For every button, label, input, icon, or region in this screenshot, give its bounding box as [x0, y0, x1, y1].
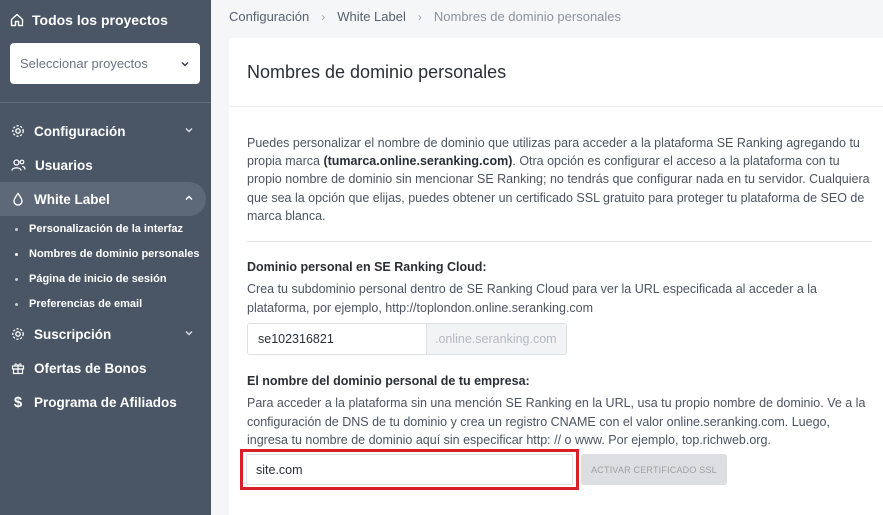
section-divider: [247, 241, 872, 242]
cloud-section-title: Dominio personal en SE Ranking Cloud:: [247, 260, 487, 274]
project-select[interactable]: Seleccionar proyectos: [10, 43, 200, 84]
sidebar-item-label: Usuarios: [35, 157, 93, 173]
sidebar-subitem-label: Personalización de la interfaz: [29, 223, 184, 235]
sidebar-item-white-label[interactable]: White Label: [0, 182, 206, 216]
users-icon: [11, 158, 26, 172]
cloud-subdomain-field[interactable]: se102316821 .online.seranking.com: [247, 323, 567, 355]
cloud-subdomain-input[interactable]: se102316821: [248, 324, 426, 354]
bullet-icon: [15, 252, 18, 256]
bullet-icon: [15, 302, 18, 306]
sidebar: Todos los proyectos Seleccionar proyecto…: [0, 0, 211, 515]
bullet-icon: [15, 277, 18, 281]
all-projects-label: Todos los proyectos: [32, 12, 168, 28]
sidebar-item-configuracion[interactable]: Configuración: [0, 114, 211, 148]
chevron-down-icon: [180, 59, 190, 69]
sidebar-subitem-label: Preferencias de email: [29, 298, 143, 310]
gear-icon: [11, 327, 25, 341]
sidebar-item-suscripcion[interactable]: Suscripción: [0, 317, 211, 351]
project-select-placeholder: Seleccionar proyectos: [20, 56, 148, 71]
company-domain-input[interactable]: site.com: [246, 454, 573, 485]
breadcrumb-current: Nombres de dominio personales: [433, 9, 622, 24]
home-icon: [10, 13, 24, 27]
sidebar-item-label: Ofertas de Bonos: [34, 360, 147, 376]
chevron-down-icon: [177, 328, 201, 341]
chevron-right-icon: ›: [321, 9, 326, 24]
sidebar-subitem-label: Página de inicio de sesión: [29, 273, 167, 285]
gift-icon: [11, 361, 25, 375]
drop-icon: [11, 192, 25, 206]
all-projects-link[interactable]: Todos los proyectos: [10, 12, 168, 28]
dollar-icon: $: [13, 393, 23, 411]
card-header: Nombres de dominio personales: [229, 38, 883, 107]
breadcrumb-link-configuracion[interactable]: Configuración: [229, 9, 309, 24]
sidebar-item-label: Programa de Afiliados: [34, 394, 177, 410]
activate-ssl-button[interactable]: ACTIVAR CERTIFICADO SSL: [581, 454, 727, 485]
chevron-right-icon: ›: [417, 9, 422, 24]
page-title: Nombres de dominio personales: [247, 61, 507, 82]
sidebar-divider: [0, 102, 211, 103]
sidebar-subitem-label: Nombres de dominio personales: [29, 248, 200, 260]
sidebar-subitem-personalizacion[interactable]: Personalización de la interfaz: [0, 218, 211, 240]
sidebar-item-usuarios[interactable]: Usuarios: [0, 148, 211, 182]
domain-settings-card: Nombres de dominio personales Puedes per…: [229, 38, 883, 515]
sidebar-item-programa-afiliados[interactable]: $ Programa de Afiliados: [0, 385, 211, 419]
breadcrumb-link-white-label[interactable]: White Label: [337, 9, 406, 24]
chevron-down-icon: [177, 125, 201, 138]
chevron-up-icon: [177, 193, 201, 206]
sidebar-subitem-preferencias-email[interactable]: Preferencias de email: [0, 293, 211, 315]
sidebar-item-label: White Label: [34, 191, 110, 207]
intro-text-bold: (tumarca.online.seranking.com): [323, 154, 513, 169]
sidebar-subitem-pagina-inicio[interactable]: Página de inicio de sesión: [0, 268, 211, 290]
intro-text: Puedes personalizar el nombre de dominio…: [247, 134, 877, 225]
cloud-domain-suffix: .online.seranking.com: [426, 324, 566, 354]
company-section-title: El nombre del dominio personal de tu emp…: [247, 374, 530, 388]
cloud-section-desc: Crea tu subdominio personal dentro de SE…: [247, 282, 818, 315]
company-section-desc: Para acceder a la plataforma sin una men…: [247, 396, 866, 447]
sidebar-item-ofertas-bonos[interactable]: Ofertas de Bonos: [0, 351, 211, 385]
sidebar-item-label: Suscripción: [34, 326, 112, 342]
bullet-icon: [15, 227, 18, 231]
sidebar-subitem-nombres-dominio[interactable]: Nombres de dominio personales: [0, 243, 211, 265]
gear-icon: [11, 124, 25, 138]
breadcrumb: Configuración › White Label › Nombres de…: [229, 9, 621, 24]
sidebar-item-label: Configuración: [34, 123, 126, 139]
